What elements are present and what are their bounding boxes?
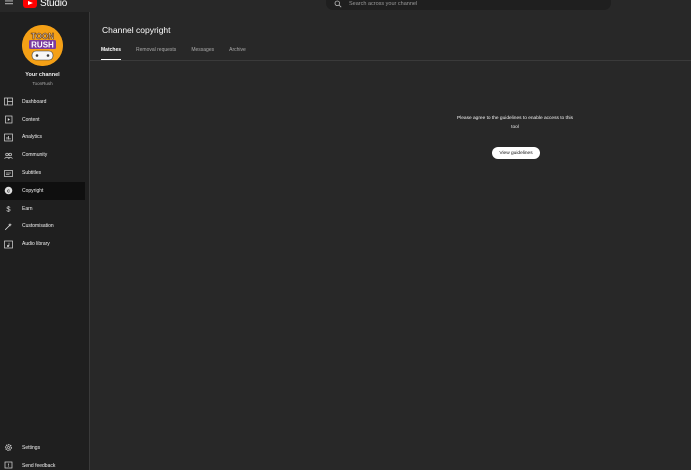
- tab-bar: Matches Removal requests Messages Archiv…: [101, 47, 261, 60]
- top-bar: Studio: [0, 0, 691, 12]
- sidebar-item-copyright[interactable]: c Copyright: [0, 181, 85, 200]
- sidebar-bottom-nav: Settings Send feedback: [0, 439, 85, 470]
- sidebar-item-label: Content: [22, 116, 40, 123]
- guidelines-message: Please agree to the guidelines to enable…: [457, 116, 574, 130]
- sidebar-item-label: Customisation: [22, 223, 54, 230]
- sidebar-item-subtitles[interactable]: Subtitles: [0, 164, 85, 182]
- sidebar-item-label: Community: [22, 152, 48, 159]
- sidebar-item-customisation[interactable]: Customisation: [0, 218, 85, 236]
- sidebar-item-label: Earn: [22, 205, 33, 212]
- youtube-studio-app: Studio TOON RUSH Your cha: [0, 0, 691, 470]
- sidebar-item-label: Settings: [22, 444, 41, 451]
- tab-removal-requests[interactable]: Removal requests: [136, 47, 176, 60]
- sidebar: TOON RUSH Your channel ToonRush Dashboar…: [0, 12, 90, 470]
- sidebar-nav: Dashboard Content Analytics Community Su…: [0, 93, 85, 253]
- sidebar-item-dashboard[interactable]: Dashboard: [0, 93, 85, 111]
- content-icon: [4, 115, 13, 124]
- audio-library-icon: [4, 240, 13, 249]
- copyright-icon: c: [4, 186, 13, 195]
- search-input[interactable]: [343, 0, 611, 9]
- channel-title: Your channel: [25, 72, 60, 78]
- studio-logo[interactable]: Studio: [23, 0, 67, 9]
- sidebar-item-audio-library[interactable]: Audio library: [0, 235, 85, 253]
- avatar-text-rush: RUSH: [31, 41, 54, 50]
- tab-matches[interactable]: Matches: [101, 47, 122, 60]
- sidebar-item-community[interactable]: Community: [0, 146, 85, 164]
- main-content: Channel copyright Matches Removal reques…: [90, 12, 691, 470]
- view-guidelines-button[interactable]: View guidelines: [492, 147, 540, 159]
- channel-avatar[interactable]: TOON RUSH: [22, 25, 63, 66]
- community-icon: [4, 151, 13, 160]
- customisation-icon: [4, 222, 13, 231]
- feedback-icon: [4, 461, 13, 470]
- sidebar-item-send-feedback[interactable]: Send feedback: [0, 457, 85, 470]
- analytics-icon: [4, 133, 13, 142]
- svg-text:c: c: [7, 189, 10, 195]
- subtitles-icon: [4, 169, 13, 178]
- sidebar-item-analytics[interactable]: Analytics: [0, 129, 85, 147]
- page-title: Channel copyright: [102, 25, 171, 35]
- channel-name: ToonRush: [32, 81, 53, 86]
- hamburger-menu-icon[interactable]: [3, 0, 15, 8]
- earn-icon: $: [4, 204, 13, 213]
- tab-archive[interactable]: Archive: [229, 47, 246, 60]
- youtube-play-icon: [23, 0, 37, 8]
- gear-icon: [4, 443, 13, 452]
- svg-text:$: $: [6, 204, 11, 213]
- tab-messages[interactable]: Messages: [191, 47, 214, 60]
- tabs-divider: [90, 60, 691, 61]
- sidebar-item-earn[interactable]: $ Earn: [0, 200, 85, 218]
- search-icon[interactable]: [333, 0, 343, 9]
- logo-text: Studio: [40, 0, 68, 9]
- sidebar-item-label: Send feedback: [22, 462, 56, 469]
- sidebar-item-label: Subtitles: [22, 170, 42, 177]
- sidebar-item-label: Audio library: [22, 241, 50, 248]
- dashboard-icon: [4, 97, 13, 106]
- sidebar-item-label: Analytics: [22, 134, 43, 141]
- search-bar[interactable]: [326, 0, 611, 10]
- sidebar-item-content[interactable]: Content: [0, 111, 85, 129]
- sidebar-item-settings[interactable]: Settings: [0, 439, 85, 457]
- sidebar-item-label: Copyright: [22, 187, 44, 194]
- sidebar-item-label: Dashboard: [22, 98, 47, 105]
